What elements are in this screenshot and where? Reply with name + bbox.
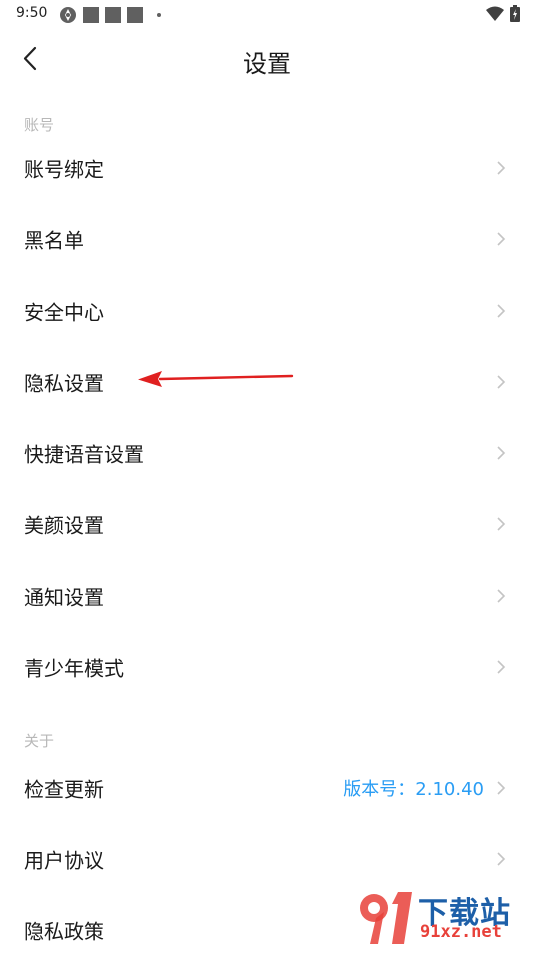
chevron-right-icon — [497, 304, 506, 318]
settings-item-account-binding[interactable]: 账号绑定 — [0, 138, 534, 198]
settings-item-label: 用户协议 — [24, 848, 104, 873]
settings-item-label: 黑名单 — [24, 228, 84, 253]
more-notifications-dot-icon — [157, 13, 161, 17]
red-arrow-annotation — [138, 371, 294, 387]
battery-icon — [510, 5, 520, 22]
settings-item-notifications[interactable]: 通知设置 — [0, 566, 534, 626]
status-bar: 9:50 — [0, 0, 534, 30]
settings-item-user-agreement[interactable]: 用户协议 — [0, 829, 534, 889]
settings-item-label: 快捷语音设置 — [24, 442, 144, 467]
settings-item-label: 隐私设置 — [24, 371, 104, 396]
page-title: 设置 — [243, 50, 291, 78]
chevron-right-icon — [497, 161, 506, 175]
chevron-right-icon — [497, 446, 506, 460]
chevron-right-icon — [497, 781, 506, 795]
settings-item-security-center[interactable]: 安全中心 — [0, 281, 534, 341]
notification-square-icon — [127, 7, 143, 23]
version-number: 版本号：2.10.40 — [343, 779, 484, 800]
notification-square-icon — [105, 7, 121, 23]
chevron-right-icon — [497, 517, 506, 531]
watermark-domain: 91xz.net — [420, 922, 502, 942]
settings-item-check-update[interactable]: 检查更新 版本号：2.10.40 — [0, 758, 534, 818]
app-header: 设置 — [0, 30, 534, 90]
settings-item-label: 检查更新 — [24, 777, 104, 802]
settings-item-beauty[interactable]: 美颜设置 — [0, 494, 534, 554]
app-notification-icon — [60, 7, 76, 23]
system-icons — [486, 5, 520, 22]
settings-item-teen-mode[interactable]: 青少年模式 — [0, 637, 534, 697]
settings-item-blacklist[interactable]: 黑名单 — [0, 209, 534, 269]
settings-item-label: 美颜设置 — [24, 513, 104, 538]
site-watermark: 下载站 91xz.net — [354, 888, 530, 948]
status-time: 9:50 — [16, 5, 48, 21]
chevron-right-icon — [497, 852, 506, 866]
chevron-right-icon — [497, 660, 506, 674]
chevron-right-icon — [497, 375, 506, 389]
settings-item-label: 隐私政策 — [24, 919, 104, 944]
notification-square-icon — [83, 7, 99, 23]
settings-item-label: 通知设置 — [24, 585, 104, 610]
watermark-logo-icon — [360, 892, 412, 944]
settings-item-label: 安全中心 — [24, 300, 104, 325]
chevron-right-icon — [497, 232, 506, 246]
chevron-right-icon — [497, 589, 506, 603]
settings-item-label: 账号绑定 — [24, 157, 104, 182]
wifi-icon — [486, 6, 504, 21]
settings-item-quick-voice[interactable]: 快捷语音设置 — [0, 423, 534, 483]
section-label-account: 账号 — [24, 116, 55, 134]
section-label-about: 关于 — [24, 732, 55, 750]
notification-icons — [59, 6, 161, 24]
settings-item-label: 青少年模式 — [24, 656, 124, 681]
